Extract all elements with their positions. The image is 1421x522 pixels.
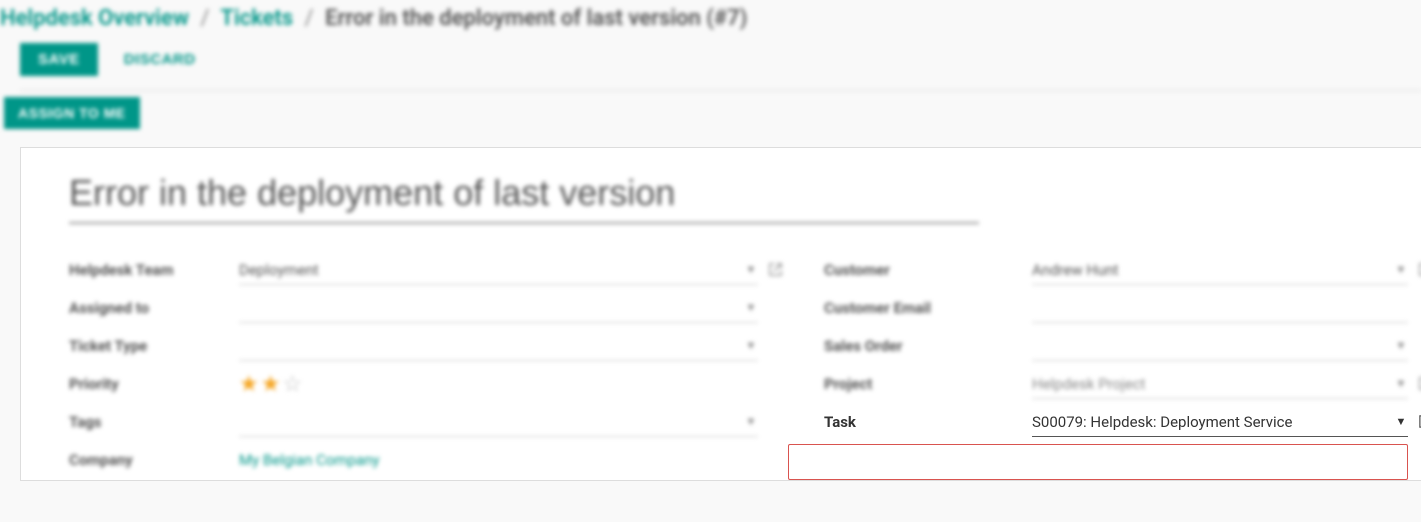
chevron-down-icon[interactable]: ▼ (1394, 263, 1408, 276)
action-row: SAVE DISCARD (20, 39, 1421, 91)
customer-field[interactable]: Andrew Hunt ▼ (1032, 255, 1408, 285)
tags-label: Tags (69, 413, 239, 431)
assigned-to-label: Assigned to (69, 299, 239, 317)
ticket-type-label: Ticket Type (69, 337, 239, 355)
breadcrumb-root[interactable]: Helpdesk Overview (0, 6, 189, 31)
company-label: Company (69, 451, 239, 469)
chevron-down-icon[interactable]: ▼ (744, 301, 758, 314)
breadcrumb-tickets[interactable]: Tickets (220, 6, 293, 31)
sales-order-field[interactable]: ▼ (1032, 331, 1408, 361)
save-button[interactable]: SAVE (20, 43, 98, 76)
helpdesk-team-label: Helpdesk Team (69, 261, 239, 279)
sales-order-label: Sales Order (824, 337, 1032, 355)
right-column: Customer Andrew Hunt ▼ Customer Email Sa… (824, 252, 1421, 480)
customer-email-field[interactable] (1032, 293, 1408, 323)
helpdesk-team-field[interactable]: Deployment ▼ (239, 255, 758, 285)
chevron-down-icon[interactable]: ▼ (1394, 377, 1408, 390)
chevron-down-icon[interactable]: ▼ (744, 415, 758, 428)
task-row: Task S00079: Helpdesk: Deployment Servic… (824, 404, 1421, 440)
tags-field[interactable]: ▼ (239, 407, 758, 437)
assign-to-me-button[interactable]: ASSIGN TO ME (4, 97, 140, 129)
form-sheet: Helpdesk Team Deployment ▼ Assigned to ▼ (20, 147, 1421, 481)
star-filled-icon[interactable]: ★ (239, 372, 259, 397)
star-empty-icon[interactable]: ☆ (282, 372, 302, 397)
company-field: My Belgian Company (239, 445, 758, 475)
chevron-down-icon[interactable]: ▼ (744, 263, 758, 276)
chevron-down-icon[interactable]: ▼ (1394, 415, 1408, 428)
priority-stars[interactable]: ★★☆ (239, 369, 758, 399)
star-filled-icon[interactable]: ★ (261, 372, 281, 397)
ticket-type-field[interactable]: ▼ (239, 331, 758, 361)
external-link-icon[interactable] (768, 262, 784, 278)
left-column: Helpdesk Team Deployment ▼ Assigned to ▼ (69, 252, 784, 480)
priority-label: Priority (69, 375, 239, 393)
task-field[interactable]: S00079: Helpdesk: Deployment Service ▼ (1032, 407, 1408, 437)
customer-email-label: Customer Email (824, 299, 1032, 317)
chevron-down-icon[interactable]: ▼ (1394, 339, 1408, 352)
assigned-to-field[interactable]: ▼ (239, 293, 758, 323)
chevron-down-icon[interactable]: ▼ (744, 339, 758, 352)
ticket-title-input[interactable] (69, 168, 979, 224)
breadcrumb: Helpdesk Overview / Tickets / Error in t… (0, 0, 1421, 39)
task-label: Task (824, 413, 1032, 431)
breadcrumb-current: Error in the deployment of last version … (325, 6, 747, 31)
project-field[interactable]: Helpdesk Project ▼ (1032, 369, 1408, 399)
project-label: Project (824, 375, 1032, 393)
customer-label: Customer (824, 261, 1032, 279)
discard-button[interactable]: DISCARD (114, 43, 206, 76)
